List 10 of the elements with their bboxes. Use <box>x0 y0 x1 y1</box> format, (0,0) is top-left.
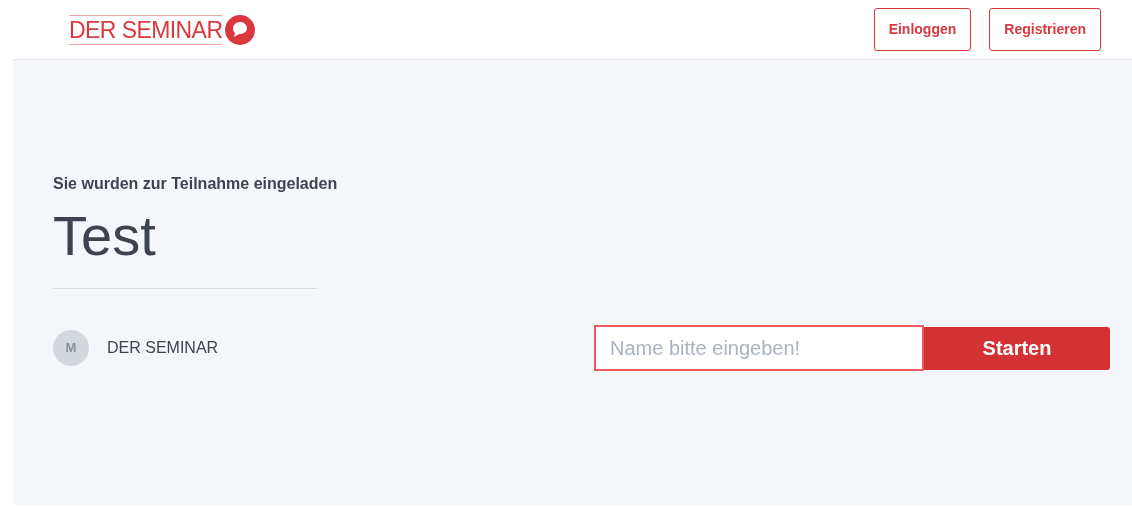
login-button[interactable]: Einloggen <box>873 8 972 51</box>
host-avatar: M <box>53 330 89 366</box>
event-title: Test <box>53 204 157 268</box>
start-button[interactable]: Starten <box>924 326 1110 370</box>
host-name: DER SEMINAR <box>107 338 219 358</box>
name-input-field[interactable]: Name bitte eingeben! <box>594 325 924 371</box>
logo-text: DER SEMINAR <box>69 14 223 45</box>
register-button[interactable]: Registrieren <box>989 8 1101 51</box>
invite-subtitle: Sie wurden zur Teilnahme eingeladen <box>53 174 339 194</box>
speech-bubble-icon <box>224 13 257 46</box>
